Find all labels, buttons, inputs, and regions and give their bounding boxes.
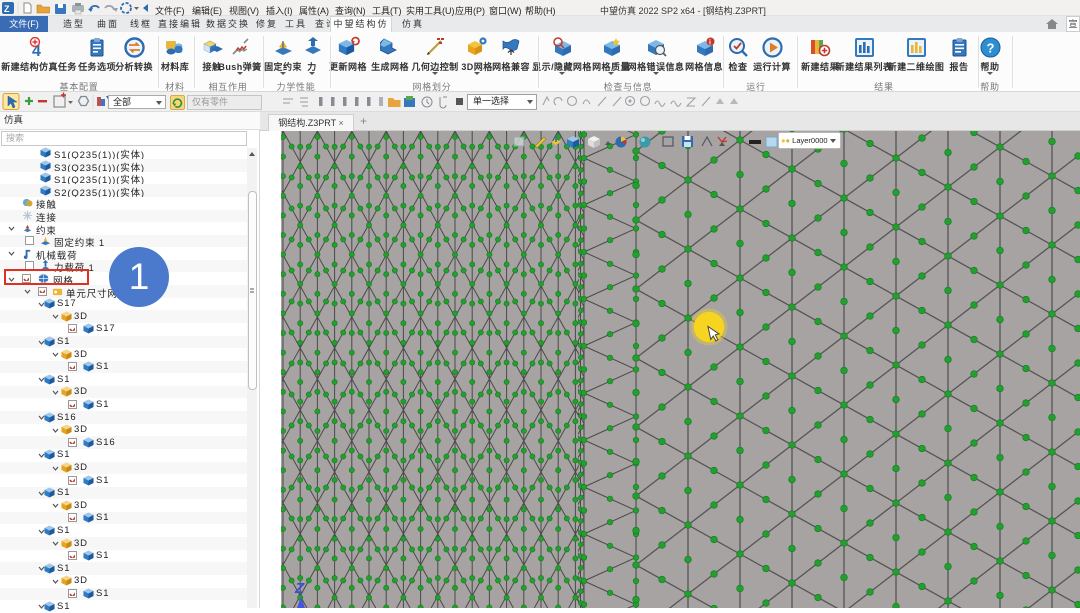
svg-text:Z: Z bbox=[294, 580, 305, 597]
svg-text:Z: Z bbox=[4, 4, 10, 14]
svg-text:i: i bbox=[709, 40, 711, 47]
svg-text:?: ? bbox=[987, 41, 995, 56]
